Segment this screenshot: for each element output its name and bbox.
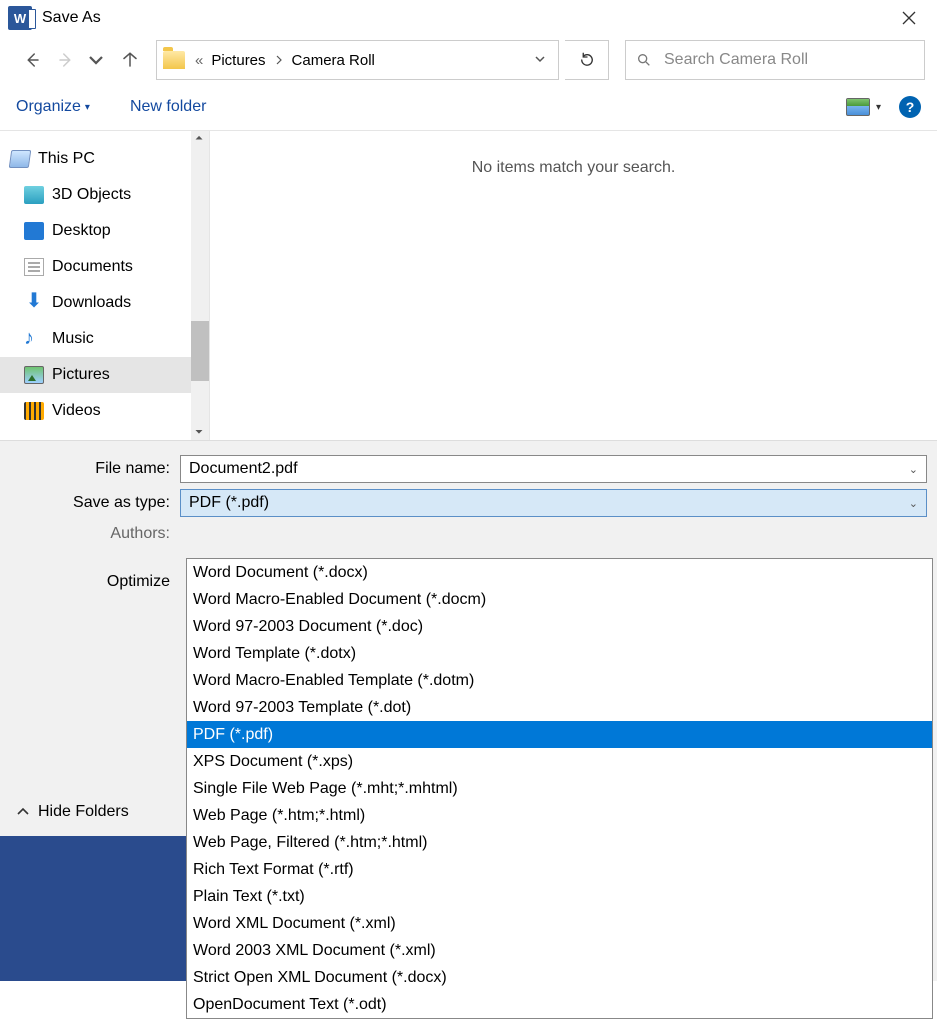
arrow-left-icon [23, 51, 41, 69]
arrow-right-icon [57, 51, 75, 69]
close-icon [902, 11, 916, 25]
filetype-option[interactable]: Word 2003 XML Document (*.xml) [187, 937, 932, 964]
scrollbar-thumb[interactable] [191, 321, 209, 381]
filetype-option[interactable]: Word 97-2003 Template (*.dot) [187, 694, 932, 721]
tree-label: 3D Objects [52, 186, 131, 204]
nav-row: « Pictures Camera Roll Search Camera Rol… [0, 36, 937, 84]
new-folder-button[interactable]: New folder [130, 98, 206, 116]
tree-scrollbar[interactable] [191, 131, 209, 440]
tree-item-pictures[interactable]: Pictures [0, 357, 209, 393]
hide-folders-button[interactable]: Hide Folders [16, 803, 129, 821]
filetype-option[interactable]: Word Template (*.dotx) [187, 640, 932, 667]
tree-label: Videos [52, 402, 101, 420]
chevron-right-icon [274, 52, 284, 69]
filetype-option[interactable]: Web Page (*.htm;*.html) [187, 802, 932, 829]
history-dropdown[interactable] [82, 46, 110, 74]
filetype-option[interactable]: Single File Web Page (*.mht;*.mhtml) [187, 775, 932, 802]
filetype-option[interactable]: XPS Document (*.xps) [187, 748, 932, 775]
search-placeholder: Search Camera Roll [664, 51, 808, 69]
breadcrumb-dropdown[interactable] [528, 52, 552, 69]
filetype-option[interactable]: Word Macro-Enabled Document (*.docm) [187, 586, 932, 613]
refresh-icon [578, 51, 596, 69]
cube-icon [24, 186, 44, 204]
filetype-option[interactable]: Web Page, Filtered (*.htm;*.html) [187, 829, 932, 856]
filetype-option[interactable]: Word Document (*.docx) [187, 559, 932, 586]
chevron-down-icon[interactable]: ⌄ [909, 497, 918, 510]
folder-icon [163, 51, 185, 69]
music-icon: ♪ [24, 330, 44, 348]
organize-label: Organize [16, 98, 81, 116]
help-button[interactable]: ? [899, 96, 921, 118]
breadcrumb-item[interactable]: Camera Roll [290, 52, 377, 69]
tree-item-music[interactable]: ♪ Music [0, 321, 209, 357]
tree-item-videos[interactable]: Videos [0, 393, 209, 429]
filetype-option[interactable]: Word 97-2003 Document (*.doc) [187, 613, 932, 640]
filetype-dropdown-list[interactable]: Word Document (*.docx)Word Macro-Enabled… [186, 558, 933, 1019]
filetype-option[interactable]: Strict Open XML Document (*.docx) [187, 964, 932, 991]
filetype-option[interactable]: Word XML Document (*.xml) [187, 910, 932, 937]
document-icon [24, 258, 44, 276]
desktop-icon [24, 222, 44, 240]
organize-menu[interactable]: Organize ▾ [16, 98, 90, 116]
view-mode-button[interactable] [846, 98, 870, 116]
tree-item-this-pc[interactable]: This PC [0, 141, 209, 177]
filetype-combo[interactable]: PDF (*.pdf) ⌄ [180, 489, 927, 517]
tree-item-documents[interactable]: Documents [0, 249, 209, 285]
refresh-button[interactable] [565, 40, 609, 80]
new-folder-label: New folder [130, 98, 206, 116]
search-icon [636, 52, 652, 68]
filetype-option[interactable]: Plain Text (*.txt) [187, 883, 932, 910]
tree-label: Documents [52, 258, 133, 276]
close-button[interactable] [889, 0, 929, 36]
file-list-pane: No items match your search. [210, 131, 937, 440]
tree-label: Music [52, 330, 94, 348]
filetype-label: Save as type: [10, 494, 180, 512]
tree-label: Pictures [52, 366, 110, 384]
chevron-down-icon [87, 51, 105, 69]
search-input[interactable]: Search Camera Roll [625, 40, 925, 80]
filetype-option[interactable]: OpenDocument Text (*.odt) [187, 991, 932, 1018]
chevron-down-icon [534, 53, 546, 65]
folder-tree: This PC 3D Objects Desktop Documents ⬇ D… [0, 131, 210, 440]
forward-button[interactable] [52, 46, 80, 74]
pc-icon [9, 150, 32, 168]
filetype-option[interactable]: Word Macro-Enabled Template (*.dotm) [187, 667, 932, 694]
up-button[interactable] [116, 46, 144, 74]
tree-item-3d-objects[interactable]: 3D Objects [0, 177, 209, 213]
filetype-option[interactable]: Rich Text Format (*.rtf) [187, 856, 932, 883]
filename-input[interactable]: Document2.pdf ⌄ [180, 455, 927, 483]
empty-message: No items match your search. [472, 159, 676, 177]
back-button[interactable] [18, 46, 46, 74]
breadcrumb[interactable]: « Pictures Camera Roll [156, 40, 559, 80]
tree-label: This PC [38, 150, 95, 168]
filetype-option[interactable]: PDF (*.pdf) [187, 721, 932, 748]
word-app-icon: W [8, 6, 32, 30]
authors-label: Authors: [10, 525, 180, 543]
title-bar: W Save As [0, 0, 937, 36]
filename-value: Document2.pdf [189, 460, 298, 478]
pictures-icon [24, 366, 44, 384]
download-icon: ⬇ [24, 294, 44, 312]
hide-folders-label: Hide Folders [38, 803, 129, 821]
chevron-up-icon [16, 805, 30, 819]
breadcrumb-prefix: « [195, 52, 203, 69]
video-icon [24, 402, 44, 420]
tree-label: Downloads [52, 294, 131, 312]
dialog-title: Save As [42, 9, 101, 27]
main-area: This PC 3D Objects Desktop Documents ⬇ D… [0, 130, 937, 440]
background-strip [0, 836, 186, 981]
filename-label: File name: [10, 460, 180, 478]
toolbar: Organize ▾ New folder ▾ ? [0, 84, 937, 130]
tree-item-downloads[interactable]: ⬇ Downloads [0, 285, 209, 321]
chevron-down-icon: ▾ [85, 102, 90, 113]
chevron-down-icon[interactable]: ⌄ [909, 463, 918, 476]
breadcrumb-item[interactable]: Pictures [209, 52, 267, 69]
arrow-up-icon [121, 51, 139, 69]
filetype-value: PDF (*.pdf) [189, 494, 269, 512]
tree-item-desktop[interactable]: Desktop [0, 213, 209, 249]
chevron-down-icon[interactable]: ▾ [876, 102, 881, 113]
optimize-label: Optimize [10, 573, 180, 591]
tree-label: Desktop [52, 222, 111, 240]
